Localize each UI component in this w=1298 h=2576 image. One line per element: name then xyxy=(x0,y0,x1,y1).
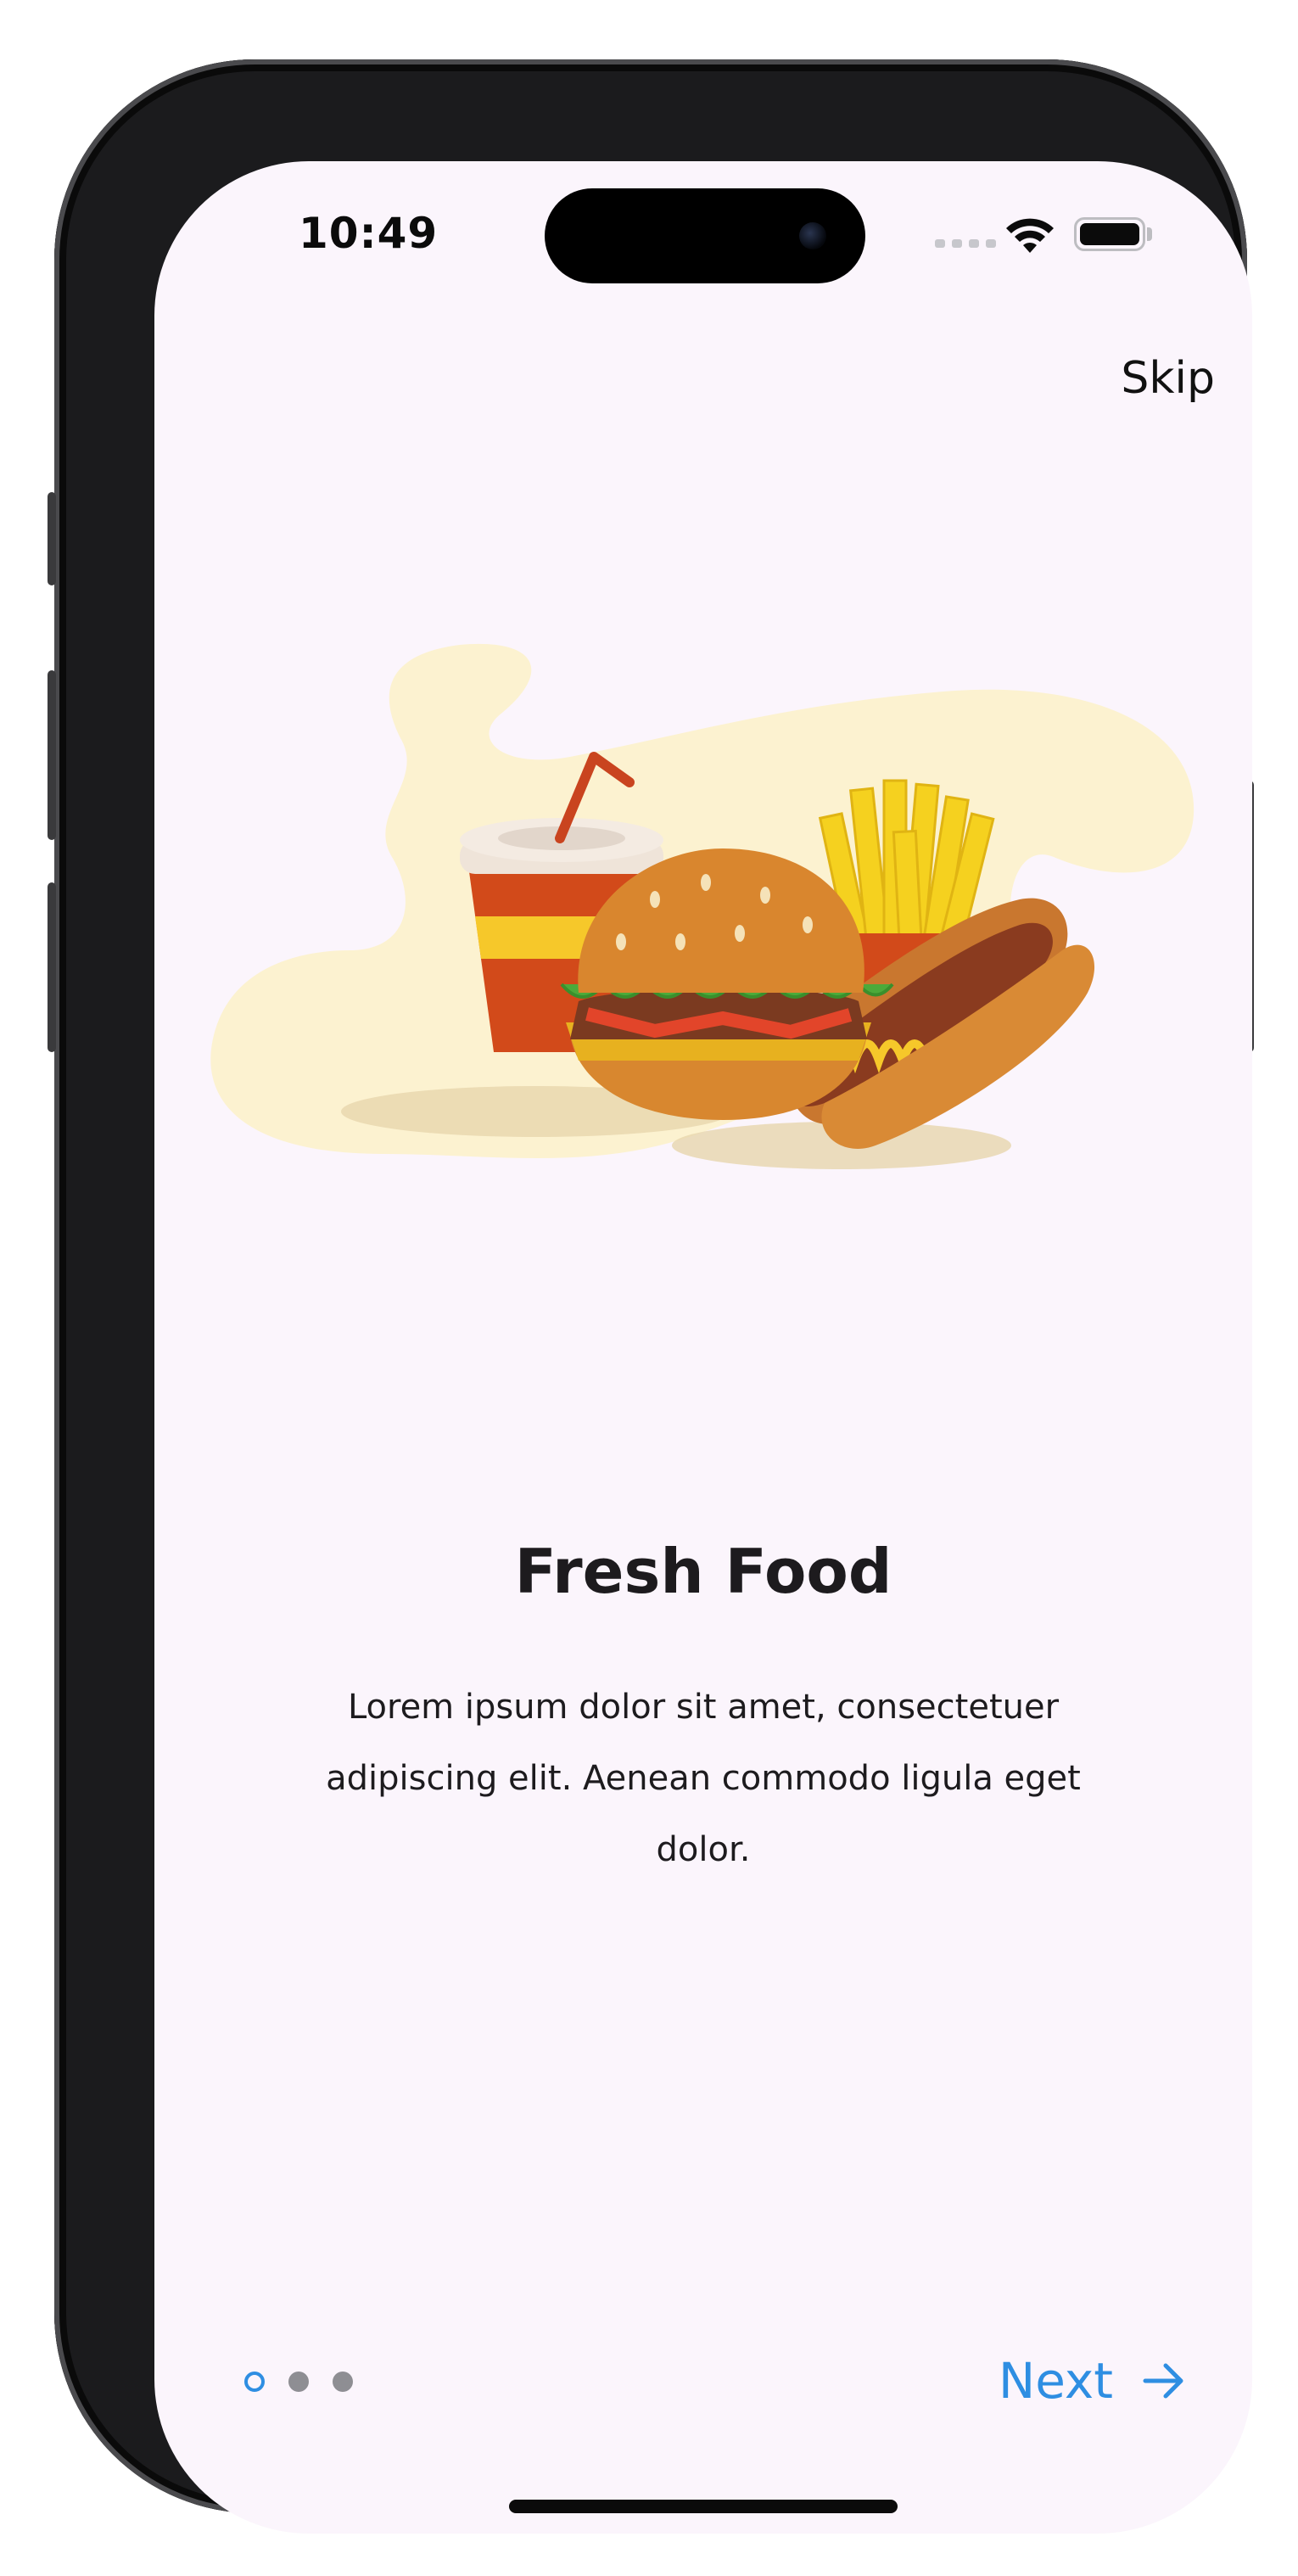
page-dot-3[interactable] xyxy=(333,2372,353,2392)
action-button xyxy=(48,492,56,585)
phone-frame: 10:49 Skip Fresh Food Lorem ipsum dolor … xyxy=(48,59,1254,2534)
skip-button[interactable]: Skip xyxy=(1121,353,1215,404)
next-button[interactable]: Next xyxy=(999,2352,1186,2410)
onboarding-description: Lorem ipsum dolor sit amet, consectetuer… xyxy=(326,1688,1081,1869)
volume-up-button xyxy=(48,670,56,840)
home-indicator[interactable] xyxy=(509,2500,898,2513)
app-screen: 10:49 Skip Fresh Food Lorem ipsum dolor … xyxy=(154,161,1252,2534)
next-label: Next xyxy=(998,2352,1113,2410)
arrow-right-icon xyxy=(1143,2363,1183,2399)
volume-down-button xyxy=(48,882,56,1052)
dynamic-island xyxy=(545,188,865,283)
battery-cap xyxy=(1147,227,1152,241)
camera-icon xyxy=(799,222,826,249)
battery-icon xyxy=(1074,217,1145,251)
onboarding-title: Fresh Food xyxy=(514,1536,892,1607)
page-dot-1[interactable] xyxy=(244,2372,265,2392)
page-dot-2[interactable] xyxy=(288,2372,309,2392)
wifi-icon xyxy=(1006,218,1054,253)
page-indicator xyxy=(244,2372,353,2392)
fast-food-illustration xyxy=(210,643,1194,1169)
status-time: 10:49 xyxy=(299,209,439,258)
cellular-signal-icon xyxy=(935,239,996,248)
